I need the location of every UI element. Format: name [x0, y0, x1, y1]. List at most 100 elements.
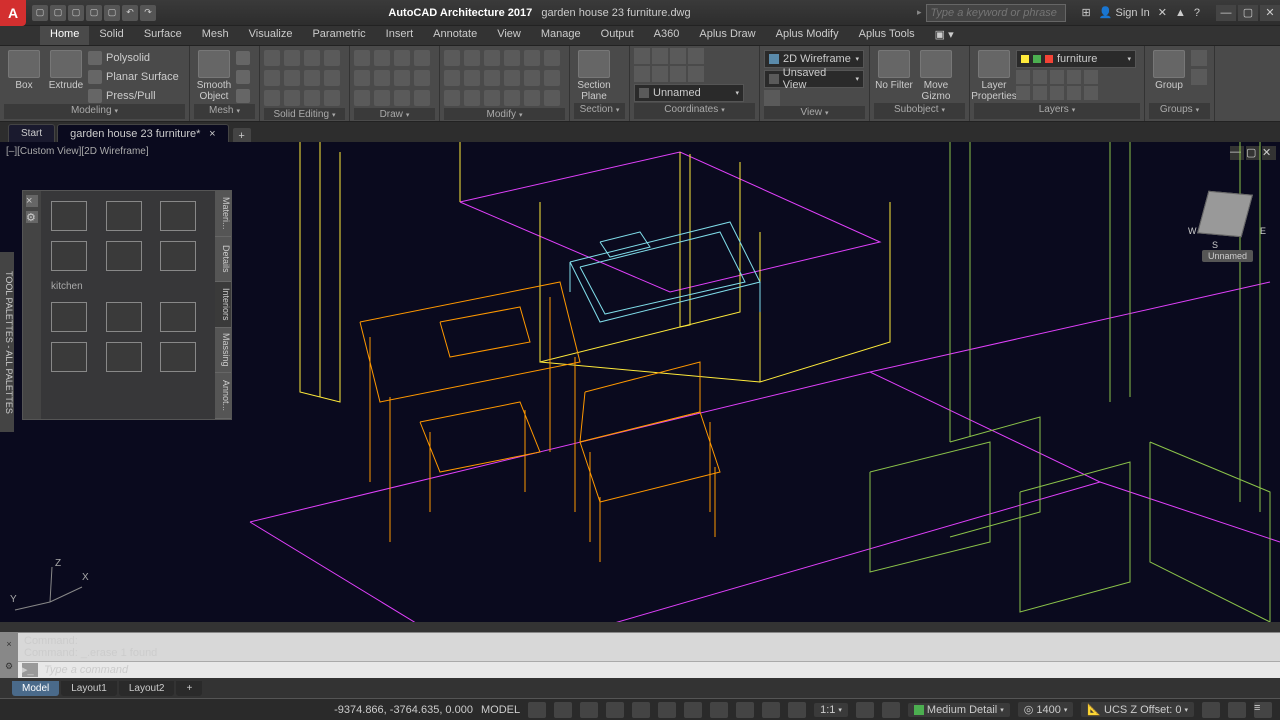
- m-16[interactable]: [504, 90, 520, 106]
- m-4[interactable]: [504, 50, 520, 66]
- visual-style-combo[interactable]: 2D Wireframe: [764, 50, 864, 68]
- palette-props-icon[interactable]: ⚙: [26, 211, 38, 223]
- cmd-handle-icon[interactable]: ⚙: [0, 656, 18, 679]
- panel-groups-title[interactable]: Groups: [1149, 103, 1210, 119]
- panel-view-title[interactable]: View: [764, 106, 865, 119]
- intersect-icon[interactable]: [304, 50, 320, 66]
- copy-icon[interactable]: [444, 70, 460, 86]
- union-icon[interactable]: [264, 50, 280, 66]
- redo-icon[interactable]: ↷: [140, 5, 156, 21]
- customize-icon[interactable]: ≡: [1254, 702, 1272, 718]
- m-12[interactable]: [544, 70, 560, 86]
- layer-tool-7[interactable]: [1033, 86, 1047, 100]
- infocenter-icon[interactable]: ⊞: [1082, 6, 1091, 19]
- tab-aplus-draw[interactable]: Aplus Draw: [689, 26, 765, 45]
- add-layout-button[interactable]: +: [176, 681, 202, 696]
- osnap-icon[interactable]: [632, 702, 650, 718]
- tab-overflow[interactable]: ▣ ▾: [925, 26, 964, 45]
- sb-10[interactable]: [762, 702, 780, 718]
- layer-tool-10[interactable]: [1084, 86, 1098, 100]
- autodesk-icon[interactable]: ▲: [1175, 7, 1186, 19]
- new-icon[interactable]: ▢: [32, 5, 48, 21]
- snap-icon[interactable]: [554, 702, 572, 718]
- ucs-icon-5[interactable]: [634, 66, 650, 82]
- palette-item[interactable]: [106, 241, 142, 271]
- fillet-icon[interactable]: [484, 70, 500, 86]
- tab-solid[interactable]: Solid: [89, 26, 133, 45]
- m-18[interactable]: [544, 90, 560, 106]
- layer-tool-8[interactable]: [1050, 86, 1064, 100]
- layer-tool-6[interactable]: [1016, 86, 1030, 100]
- se-4[interactable]: [324, 50, 340, 66]
- d-12[interactable]: [414, 90, 430, 106]
- command-input[interactable]: ▸_ Type a command: [18, 661, 1280, 678]
- status-coords[interactable]: -9374.866, -3764.635, 0.000: [334, 704, 473, 716]
- tab-mesh[interactable]: Mesh: [192, 26, 239, 45]
- move-gizmo-button[interactable]: Move Gizmo: [916, 48, 956, 102]
- m-10[interactable]: [504, 70, 520, 86]
- tab-view[interactable]: View: [487, 26, 531, 45]
- view-icon[interactable]: [764, 90, 780, 106]
- mirror-icon[interactable]: [464, 70, 480, 86]
- se-6[interactable]: [284, 70, 300, 86]
- se-7[interactable]: [304, 70, 320, 86]
- sb-gear-icon[interactable]: [856, 702, 874, 718]
- sb-11[interactable]: [788, 702, 806, 718]
- save-icon[interactable]: ▢: [68, 5, 84, 21]
- sb-end-1[interactable]: [1202, 702, 1220, 718]
- section-plane-button[interactable]: Section Plane: [574, 48, 614, 102]
- arc-icon[interactable]: [414, 50, 430, 66]
- ucs-icon-7[interactable]: [670, 66, 686, 82]
- palette-item[interactable]: [51, 201, 87, 231]
- ucs-icon-1[interactable]: [634, 48, 650, 64]
- polyline-icon[interactable]: [374, 50, 390, 66]
- panel-layers-title[interactable]: Layers: [974, 103, 1140, 119]
- scale-icon[interactable]: [464, 90, 480, 106]
- se-9[interactable]: [264, 90, 280, 106]
- sb-6[interactable]: [658, 702, 676, 718]
- tab-parametric[interactable]: Parametric: [302, 26, 375, 45]
- tab-surface[interactable]: Surface: [134, 26, 192, 45]
- palette-tab-details[interactable]: Details: [215, 237, 231, 283]
- layer-tool-3[interactable]: [1050, 70, 1064, 84]
- palette-item[interactable]: [106, 302, 142, 332]
- d-6[interactable]: [374, 70, 390, 86]
- panel-section-title[interactable]: Section: [574, 103, 625, 119]
- circle-icon[interactable]: [394, 50, 410, 66]
- m-6[interactable]: [544, 50, 560, 66]
- detail-combo[interactable]: Medium Detail: [908, 703, 1010, 717]
- d-5[interactable]: [354, 70, 370, 86]
- undo-icon[interactable]: ↶: [122, 5, 138, 21]
- move-icon[interactable]: [444, 50, 460, 66]
- group-tool-2[interactable]: [1191, 69, 1207, 85]
- trim-icon[interactable]: [484, 50, 500, 66]
- elevation-combo[interactable]: ◎ 1400: [1018, 702, 1074, 717]
- maximize-button[interactable]: ▢: [1238, 5, 1258, 21]
- ucs-icon-8[interactable]: [688, 66, 704, 82]
- layer-tool-5[interactable]: [1084, 70, 1098, 84]
- palette-item[interactable]: [160, 342, 196, 372]
- palette-item[interactable]: [160, 241, 196, 271]
- m-11[interactable]: [524, 70, 540, 86]
- layer-tool-2[interactable]: [1033, 70, 1047, 84]
- ucs-icon-6[interactable]: [652, 66, 668, 82]
- panel-mesh-title[interactable]: Mesh: [194, 104, 255, 119]
- exchange-icon[interactable]: ✕: [1158, 6, 1167, 19]
- group-tool-1[interactable]: [1191, 50, 1207, 66]
- ucs-offset[interactable]: 📐 UCS Z Offset: 0: [1081, 702, 1194, 717]
- box-button[interactable]: Box: [4, 48, 44, 91]
- layer-props-button[interactable]: Layer Properties: [974, 48, 1014, 102]
- close-button[interactable]: ✕: [1260, 5, 1280, 21]
- layer-combo[interactable]: furniture: [1016, 50, 1136, 68]
- palette-item[interactable]: [106, 201, 142, 231]
- cmd-close-icon[interactable]: ×: [0, 633, 18, 656]
- palette-item[interactable]: [160, 201, 196, 231]
- plot-icon[interactable]: ▢: [104, 5, 120, 21]
- panel-draw-title[interactable]: Draw: [354, 108, 435, 120]
- se-11[interactable]: [304, 90, 320, 106]
- presspull-button[interactable]: Press/Pull: [88, 88, 179, 104]
- ortho-icon[interactable]: [580, 702, 598, 718]
- smooth-object-button[interactable]: Smooth Object: [194, 48, 234, 102]
- palette-item[interactable]: [51, 342, 87, 372]
- sb-end-2[interactable]: [1228, 702, 1246, 718]
